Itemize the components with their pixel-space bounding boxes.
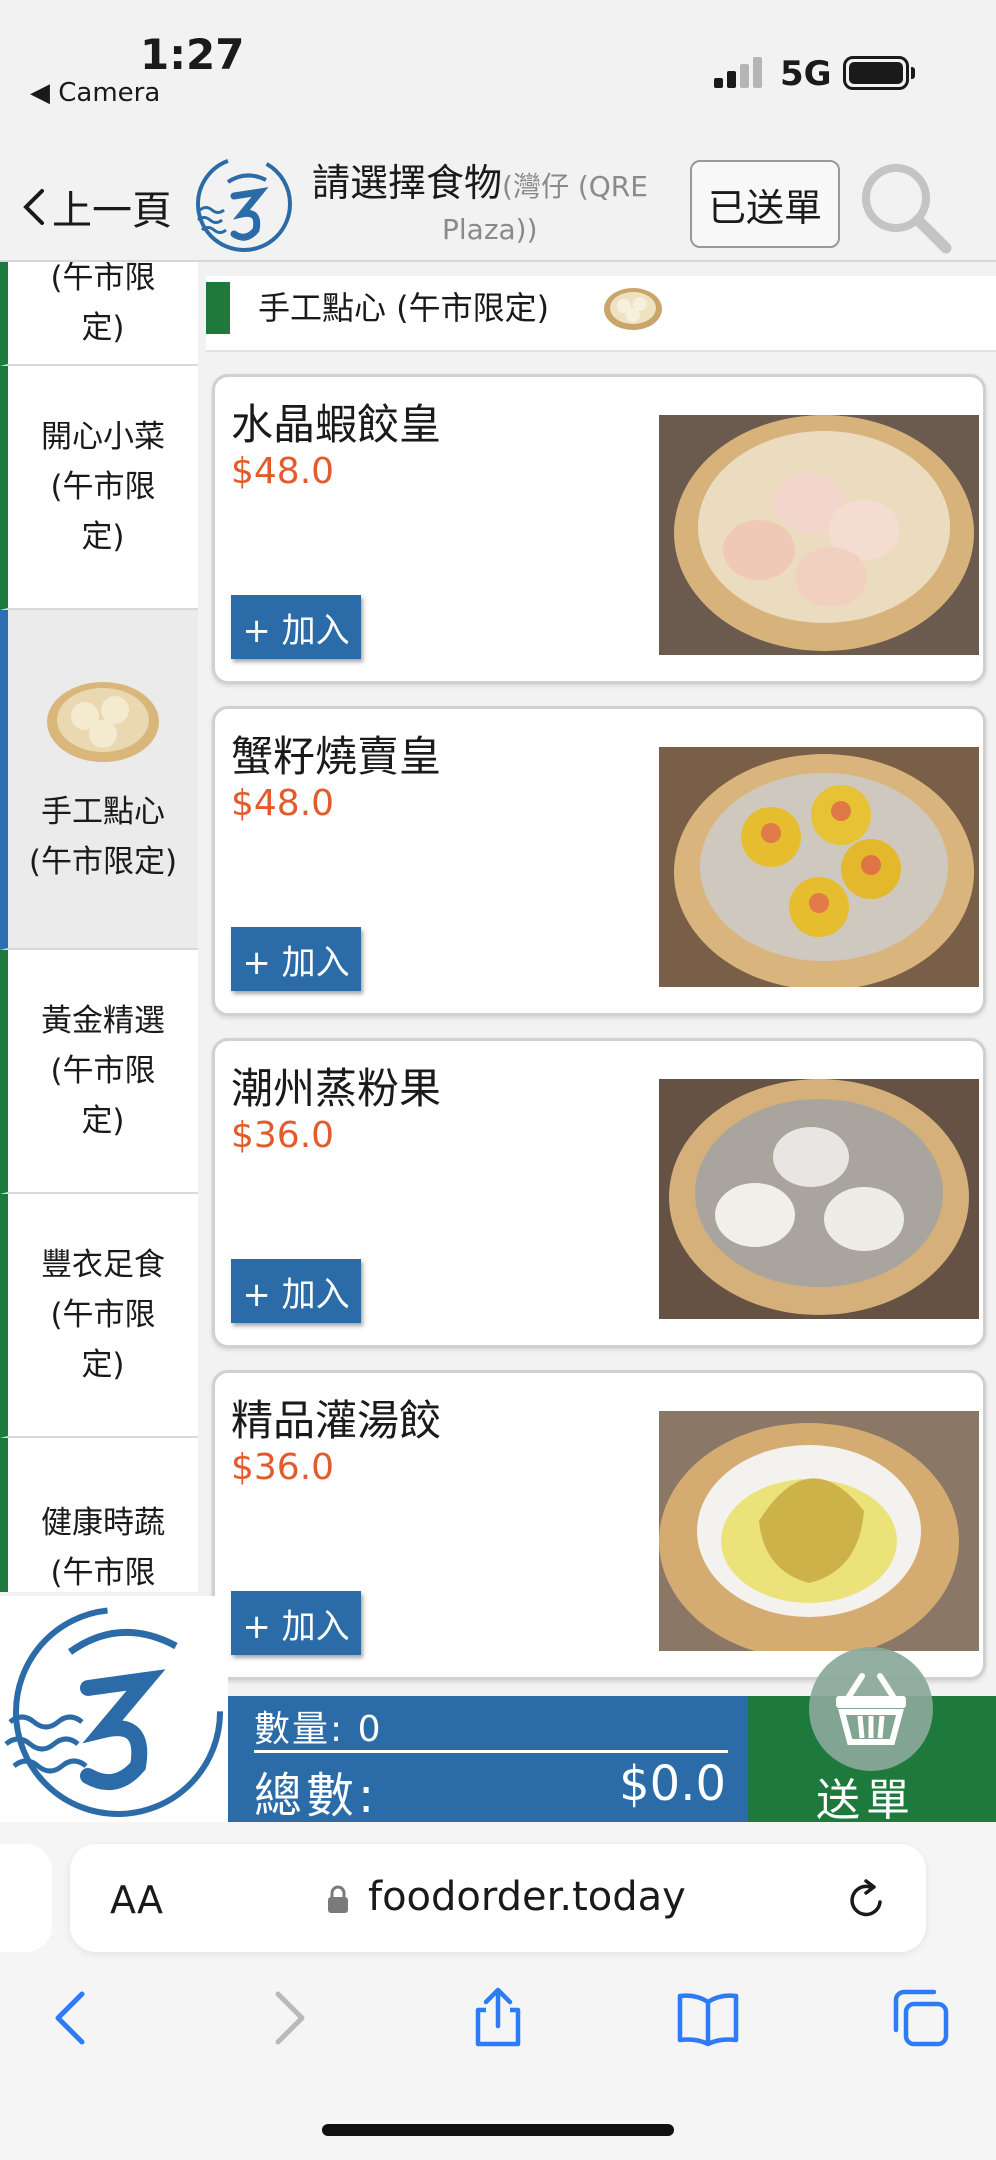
back-arrow-icon[interactable] [40, 1986, 104, 2050]
back-button[interactable]: 上一頁 [20, 178, 172, 236]
add-button[interactable]: + 加入 [231, 1259, 361, 1323]
dim-sum-thumb-icon [47, 681, 159, 762]
back-label: 上一頁 [52, 188, 172, 234]
forward-arrow-icon[interactable] [256, 1986, 320, 2050]
lock-icon [328, 1885, 348, 1913]
sidebar-item-golden-picks[interactable]: 黃金精選 (午市限 定) [0, 950, 198, 1194]
search-icon[interactable] [856, 158, 954, 256]
title-location: (灣仔 (QRE [502, 170, 648, 203]
menu-item-card: 水晶蝦餃皇 $48.0 + 加入 [212, 374, 986, 684]
sidebar-item-hearty-meals[interactable]: 豐衣足食 (午市限 定) [0, 1194, 198, 1438]
bookmarks-icon[interactable] [676, 1986, 740, 2050]
dim-sum-section-icon [604, 288, 662, 330]
item-name: 水晶蝦餃皇 [231, 400, 442, 449]
chiu-chow-dumpling-photo [659, 1079, 979, 1319]
section-title: 手工點心 (午市限定) [258, 289, 550, 327]
back-to-camera-link[interactable]: ◀ Camera [30, 78, 160, 108]
title-location-cont: Plaza)) [442, 213, 538, 246]
page-title: 請選擇食物(灣仔 (QRE Plaza)) [312, 152, 672, 246]
menu-item-card: 蟹籽燒賣皇 $48.0 + 加入 [212, 706, 986, 1016]
menu-item-card: 潮州蒸粉果 $36.0 + 加入 [212, 1038, 986, 1348]
menu-item-card: 精品灌湯餃 $36.0 + 加入 [212, 1370, 986, 1680]
battery-tip [911, 67, 915, 79]
sidebar-item-vegetables[interactable]: 健康時蔬 (午市限 [0, 1438, 198, 1592]
sidebar-item-dim-sum[interactable]: 手工點心 (午市限定) [0, 610, 198, 950]
reload-icon[interactable] [844, 1878, 888, 1922]
battery-icon [843, 56, 909, 90]
soup-dumpling-photo [659, 1411, 979, 1651]
item-name: 蟹籽燒賣皇 [231, 732, 442, 781]
cart-divider [254, 1750, 728, 1753]
siu-mai-photo [659, 747, 979, 987]
item-price: $36.0 [231, 1447, 335, 1488]
restaurant-logo-large-icon [0, 1596, 228, 1822]
home-indicator[interactable] [322, 2124, 674, 2136]
cart-quantity: 數量: 0 [254, 1709, 383, 1750]
item-name: 潮州蒸粉果 [231, 1064, 442, 1113]
item-price: $48.0 [231, 451, 335, 492]
status-time: 1:27 [140, 30, 245, 79]
url-text[interactable]: foodorder.today [368, 1874, 686, 1920]
sidebar-item-partial[interactable]: (午市限 定) [0, 262, 198, 366]
section-accent-bar [206, 282, 230, 334]
item-name: 精品灌湯餃 [231, 1396, 442, 1445]
sent-orders-button[interactable]: 已送單 [690, 160, 840, 248]
har-gow-photo [659, 415, 979, 655]
cart-total-label: 總數: [254, 1768, 379, 1824]
previous-tab-edge[interactable] [0, 1844, 52, 1952]
tabs-icon[interactable] [888, 1986, 952, 2050]
add-button[interactable]: + 加入 [231, 1591, 361, 1655]
share-icon[interactable] [466, 1986, 530, 2050]
network-type: 5G [780, 54, 832, 94]
add-button[interactable]: + 加入 [231, 595, 361, 659]
restaurant-logo-icon [196, 156, 292, 252]
category-sidebar: (午市限 定) 開心小菜 (午市限 定) 手工點心 (午市限定) 黃金精選 (午… [0, 262, 198, 1592]
chevron-left-icon [23, 189, 44, 225]
submit-order-label: 送單 [816, 1775, 916, 1826]
signal-icon [714, 57, 762, 88]
reader-settings-button[interactable]: AA [110, 1878, 163, 1922]
item-price: $48.0 [231, 783, 335, 824]
cart-total-value: $0.0 [619, 1756, 726, 1812]
title-main: 請選擇食物 [312, 161, 503, 205]
sidebar-item-appetizers[interactable]: 開心小菜 (午市限 定) [0, 366, 198, 610]
basket-icon[interactable] [808, 1646, 934, 1772]
add-button[interactable]: + 加入 [231, 927, 361, 991]
item-price: $36.0 [231, 1115, 335, 1156]
